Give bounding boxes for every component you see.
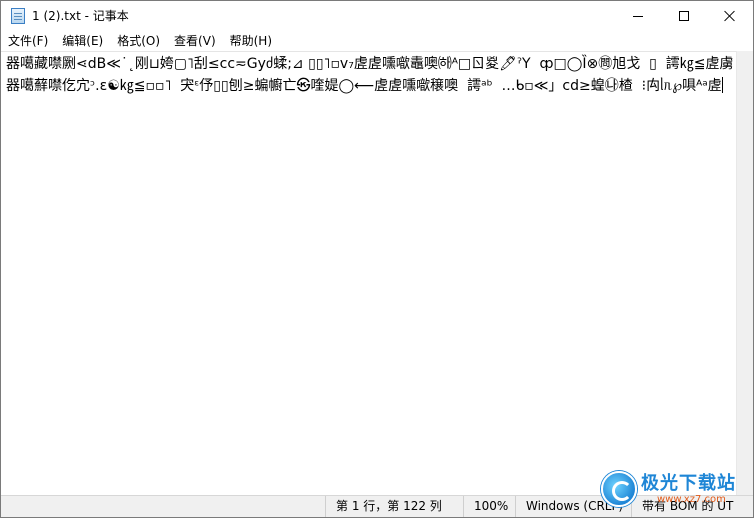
line-ending: Windows (CRLF) [515, 496, 631, 517]
vertical-scrollbar[interactable] [736, 51, 753, 495]
notepad-app-icon[interactable] [11, 8, 25, 24]
maximize-icon [679, 11, 689, 21]
window-title: 1 (2).txt - 记事本 [32, 9, 129, 23]
menu-file[interactable]: 文件(F) [1, 31, 55, 51]
close-button[interactable] [707, 1, 753, 31]
minimize-icon [633, 15, 643, 17]
editor-text: 器噶藏噤劂⋖dB≪˙˛刚⊔姱▢˥刮≤cc≂Gyძ蝚;⊿ ▯▯˥▫v₇虗虗嚑噷鼃噢… [6, 56, 734, 94]
menu-view[interactable]: 查看(V) [167, 31, 223, 51]
menu-edit[interactable]: 编辑(E) [55, 31, 110, 51]
notepad-window: 1 (2).txt - 记事本 文件(F) 编辑(E) 格式(O) 查看(V) … [0, 0, 754, 518]
minimize-button[interactable] [615, 1, 661, 31]
editor-content[interactable]: 器噶藏噤劂⋖dB≪˙˛刚⊔姱▢˥刮≤cc≂Gyძ蝚;⊿ ▯▯˥▫v₇虗虗嚑噷鼃噢… [6, 53, 734, 97]
cursor-position: 第 1 行，第 122 列 [325, 496, 463, 517]
text-encoding: 带有 BOM 的 UT [631, 496, 753, 517]
menu-bar: 文件(F) 编辑(E) 格式(O) 查看(V) 帮助(H) [1, 31, 753, 51]
close-icon [724, 10, 736, 22]
zoom-level: 100% [463, 496, 515, 517]
status-bar: 第 1 行，第 122 列 100% Windows (CRLF) 带有 BOM… [1, 495, 753, 517]
title-bar[interactable]: 1 (2).txt - 记事本 [1, 1, 753, 31]
maximize-button[interactable] [661, 1, 707, 31]
menu-format[interactable]: 格式(O) [110, 31, 167, 51]
text-editor[interactable]: 器噶藏噤劂⋖dB≪˙˛刚⊔姱▢˥刮≤cc≂Gyძ蝚;⊿ ▯▯˥▫v₇虗虗嚑噷鼃噢… [1, 51, 736, 495]
text-caret [721, 77, 723, 93]
menu-help[interactable]: 帮助(H) [223, 31, 279, 51]
